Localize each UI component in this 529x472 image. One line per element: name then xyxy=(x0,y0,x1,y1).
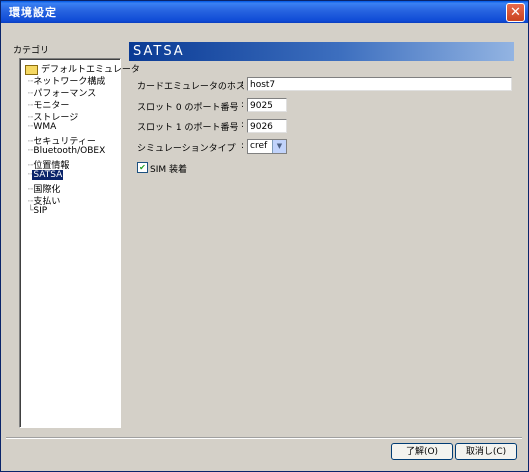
category-tree[interactable]: デフォルトエミュレータ ┈ネットワーク構成 ┈パフォーマンス ┈モニター ┈スト… xyxy=(19,58,140,428)
sim-type-select[interactable]: cref ▼ xyxy=(247,139,287,154)
close-button[interactable]: ✕ xyxy=(506,3,525,22)
slot0-colon: : xyxy=(241,100,245,110)
footer-separator xyxy=(6,437,522,439)
tree-item-satsa[interactable]: ┈SATSA xyxy=(28,170,64,180)
panel-title: SATSA xyxy=(133,44,185,59)
title-bar[interactable]: 環境設定 ✕ xyxy=(1,1,528,23)
slot1-port-input[interactable]: 9026 xyxy=(247,119,287,133)
slot0-label: スロット 0 のポート番号 xyxy=(137,103,239,113)
tree-item-wma[interactable]: ┈WMA xyxy=(28,122,57,132)
category-label: カテゴリ xyxy=(13,46,50,56)
cancel-button[interactable]: 取消し(C) xyxy=(455,443,517,460)
sim-checkbox[interactable]: ✔ xyxy=(137,162,148,173)
tree-item-bluetooth[interactable]: ┈Bluetooth/OBEX xyxy=(28,146,106,156)
slot0-port-input[interactable]: 9025 xyxy=(247,98,287,112)
chevron-down-icon[interactable]: ▼ xyxy=(272,140,286,153)
window-title: 環境設定 xyxy=(9,6,57,19)
panel-header: SATSA xyxy=(129,42,514,61)
sim-type-colon: : xyxy=(241,141,245,151)
slot1-label: スロット 1 のポート番号 xyxy=(137,123,239,133)
preferences-dialog: 環境設定 ✕ カテゴリ デフォルトエミュレータ ┈ネットワーク構成 ┈パフォーマ… xyxy=(0,0,529,472)
host-colon: : xyxy=(241,79,245,89)
slot1-colon: : xyxy=(241,120,245,130)
host-input[interactable]: host7 xyxy=(247,77,512,91)
sim-type-value: cref xyxy=(250,141,268,151)
sim-checkbox-label: SIM 装着 xyxy=(150,165,187,175)
folder-open-icon xyxy=(25,64,38,75)
tree-item-sip[interactable]: └SIP xyxy=(28,206,48,216)
ok-button[interactable]: 了解(O) xyxy=(391,443,453,460)
sim-type-label: シミュレーションタイプ xyxy=(137,144,236,154)
